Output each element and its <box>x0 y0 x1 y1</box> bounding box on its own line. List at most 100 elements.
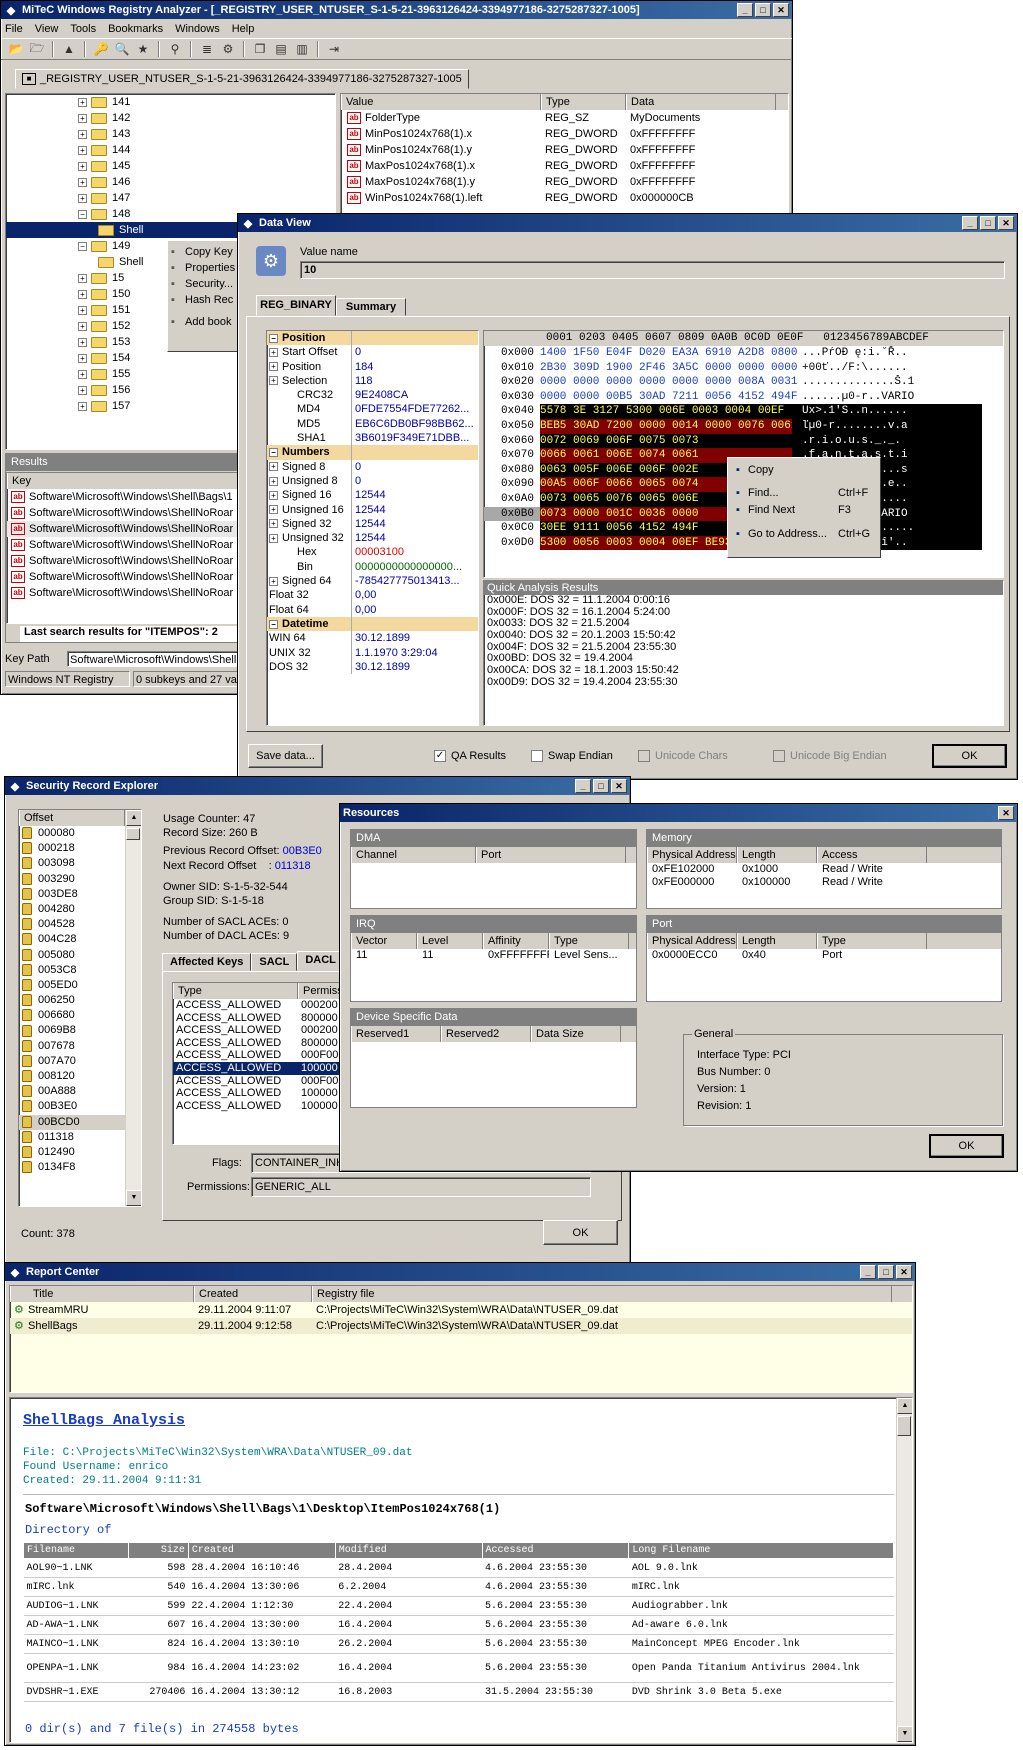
col-offset[interactable]: Offset <box>19 810 125 826</box>
expand-icon[interactable]: + <box>78 113 87 123</box>
search-icon[interactable]: 🔍 <box>113 40 131 58</box>
value-row[interactable]: ab MaxPos1024x768(1).x REG_DWORD 0xFFFFFFFF <box>341 158 788 174</box>
open-icon[interactable]: 📂 <box>7 40 25 58</box>
hex-ctx-item[interactable]: ▪ Copy <box>728 462 880 478</box>
offset-row[interactable]: 00A888 <box>19 1084 141 1099</box>
cascade-icon[interactable]: ❐ <box>251 40 269 58</box>
prop-category[interactable]: − Position <box>267 331 478 346</box>
offset-row[interactable]: 0053C8 <box>19 963 141 978</box>
report-row[interactable]: ⚙ ShellBags 29.11.2004 9:12:58 C:\Projects\… <box>10 1318 912 1334</box>
quick-analysis[interactable]: Quick Analysis Results 0x000E: DOS 32 = … <box>483 580 1004 726</box>
col-registry-file[interactable]: Registry file <box>312 1286 892 1302</box>
document-tab[interactable]: ■ _REGISTRY_USER_NTUSER_S-1-5-21-39631264… <box>15 69 469 89</box>
col-access[interactable]: Access <box>817 847 927 863</box>
keypath-field[interactable]: Software\Microsoft\Windows\ShellN <box>67 651 239 667</box>
expand-icon[interactable]: + <box>78 161 87 171</box>
tile-vertical-icon[interactable]: ▥ <box>293 40 311 58</box>
expand-icon[interactable]: + <box>269 476 278 486</box>
ctx-item[interactable]: ▪ Hash Rec <box>168 292 241 308</box>
hex-row[interactable]: 0x050 BEB5 30AD 7200 0000 0014 0000 0076 … <box>484 418 1003 434</box>
value-row[interactable]: ab MinPos1024x768(1).x REG_DWORD 0xFFFFFFFF <box>341 126 788 142</box>
offset-list[interactable]: Offset 000080 000218 003098 003290 003DE8 004… <box>18 809 142 1207</box>
offset-row[interactable]: 005080 <box>19 948 141 963</box>
prop-row[interactable]: + Signed 80 <box>267 459 478 474</box>
offset-row[interactable]: 0134F8 <box>19 1160 141 1175</box>
value-name-field[interactable]: 10 <box>300 261 1005 279</box>
tree-node[interactable]: +145 <box>6 158 335 174</box>
ok-button[interactable]: OK <box>929 1134 1004 1158</box>
tab-sacl[interactable]: SACL <box>251 953 298 971</box>
minimize-button[interactable]: _ <box>962 216 978 230</box>
prop-row[interactable]: + Signed 64 -785427775013413... <box>267 574 478 589</box>
value-row[interactable]: ab MinPos1024x768(1).y REG_DWORD 0xFFFFFFFF <box>341 142 788 158</box>
offset-row[interactable]: 007678 <box>19 1039 141 1054</box>
prop-category[interactable]: − Datetime <box>267 616 478 632</box>
offset-row[interactable]: 003290 <box>19 872 141 887</box>
collapse-icon[interactable]: − <box>78 241 87 251</box>
minimize-button[interactable]: _ <box>860 1265 876 1279</box>
save-data-button[interactable]: Save data... <box>248 744 323 768</box>
hex-row[interactable]: 0x020 0000 0000 0000 0000 0000 0000 008A … <box>484 375 1003 390</box>
prop-row[interactable]: SHA1 3B6019F349E71DBB... <box>267 431 478 446</box>
tab-affected-keys[interactable]: Affected Keys <box>162 953 252 971</box>
close-button[interactable]: ✕ <box>998 216 1014 230</box>
collapse-icon[interactable]: − <box>78 209 87 219</box>
expand-icon[interactable]: + <box>78 129 87 139</box>
offset-row[interactable]: 00BCD0 <box>19 1114 141 1130</box>
prop-row[interactable]: CRC32 9E2408CA <box>267 388 478 403</box>
expand-icon[interactable]: + <box>78 97 87 107</box>
unicode-chars-checkbox[interactable]: Unicode Chars <box>638 750 728 763</box>
expand-icon[interactable]: + <box>269 376 278 386</box>
offset-row[interactable]: 005ED0 <box>19 978 141 993</box>
next-offset-link[interactable]: 011318 <box>275 860 311 872</box>
offset-row[interactable]: 006250 <box>19 993 141 1008</box>
col-title[interactable]: Title <box>10 1286 194 1302</box>
qa-results-checkbox[interactable]: ✓ QA Results <box>434 750 506 763</box>
col-created[interactable]: Created <box>194 1286 312 1302</box>
col-vector[interactable]: Vector <box>351 933 417 949</box>
hex-row[interactable]: 0x040 5578 3E 3127 5300 006E 0003 0004 00… <box>484 404 1003 419</box>
offset-row[interactable]: 000080 <box>19 826 141 841</box>
report-icon[interactable]: ≣ <box>198 40 216 58</box>
col-type[interactable]: Type <box>173 983 298 999</box>
mem-row[interactable]: 0xFE102000 0x1000 Read / Write <box>647 863 1001 876</box>
menu-bookmarks[interactable]: Bookmarks <box>108 23 163 35</box>
prop-row[interactable]: + Signed 32 12544 <box>267 516 478 532</box>
col-length[interactable]: Length <box>737 847 817 863</box>
prop-row[interactable]: UNIX 32 1.1.1970 3:29:04 <box>267 645 478 660</box>
tree-node[interactable]: +141 <box>6 94 335 110</box>
offset-row[interactable]: 004C28 <box>19 932 141 947</box>
close-button[interactable]: ✕ <box>896 1265 912 1279</box>
value-row[interactable]: ab WinPos1024x768(1).left REG_DWORD 0x00000… <box>341 190 788 206</box>
prop-row[interactable]: + Start Offset 0 <box>267 345 478 360</box>
swap-endian-checkbox[interactable]: Swap Endian <box>531 750 613 763</box>
offset-row[interactable]: 004280 <box>19 902 141 917</box>
col-length[interactable]: Length <box>737 933 817 949</box>
expand-icon[interactable]: + <box>269 533 278 543</box>
result-row[interactable]: ab Software\Microsoft\Windows\ShellNoRoar <box>7 521 239 537</box>
report-row[interactable]: ⚙ StreamMRU 29.11.2004 9:11:07 C:\Projects\… <box>10 1302 912 1318</box>
expand-icon[interactable]: + <box>78 193 87 203</box>
tree-node[interactable]: +147 <box>6 190 335 206</box>
ctx-item[interactable]: ▪ Security... <box>168 276 241 292</box>
result-row[interactable]: ab Software\Microsoft\Windows\ShellNoRoar <box>7 585 239 601</box>
offset-row[interactable]: 00B3E0 <box>19 1099 141 1114</box>
result-row[interactable]: ab Software\Microsoft\Windows\ShellNoRoar <box>7 553 239 569</box>
offset-row[interactable]: 004528 <box>19 917 141 932</box>
report-list[interactable]: Title Created Registry file ⚙ StreamMRU 29.1… <box>9 1285 913 1393</box>
exit-icon[interactable]: ⇥ <box>325 40 343 58</box>
offset-row[interactable]: 012490 <box>19 1145 141 1160</box>
maximize-button[interactable]: □ <box>755 3 771 17</box>
bookmark-icon[interactable]: ★ <box>134 40 152 58</box>
col-physical-address[interactable]: Physical Address <box>647 933 737 949</box>
prop-row[interactable]: Float 32 0,00 <box>267 588 478 603</box>
expand-icon[interactable]: + <box>269 519 278 529</box>
expand-icon[interactable]: + <box>78 337 87 347</box>
menu-help[interactable]: Help <box>232 23 255 35</box>
col-type[interactable]: Type <box>817 933 927 949</box>
mem-row[interactable]: 0xFE000000 0x100000 Read / Write <box>647 876 1001 889</box>
offset-row[interactable]: 003098 <box>19 856 141 871</box>
prop-row[interactable]: Float 64 0,00 <box>267 602 478 617</box>
report-title-bar[interactable]: ◆ Report Center _ □ ✕ <box>5 1263 915 1281</box>
prop-row[interactable]: WIN 64 30.12.1899 <box>267 631 478 646</box>
